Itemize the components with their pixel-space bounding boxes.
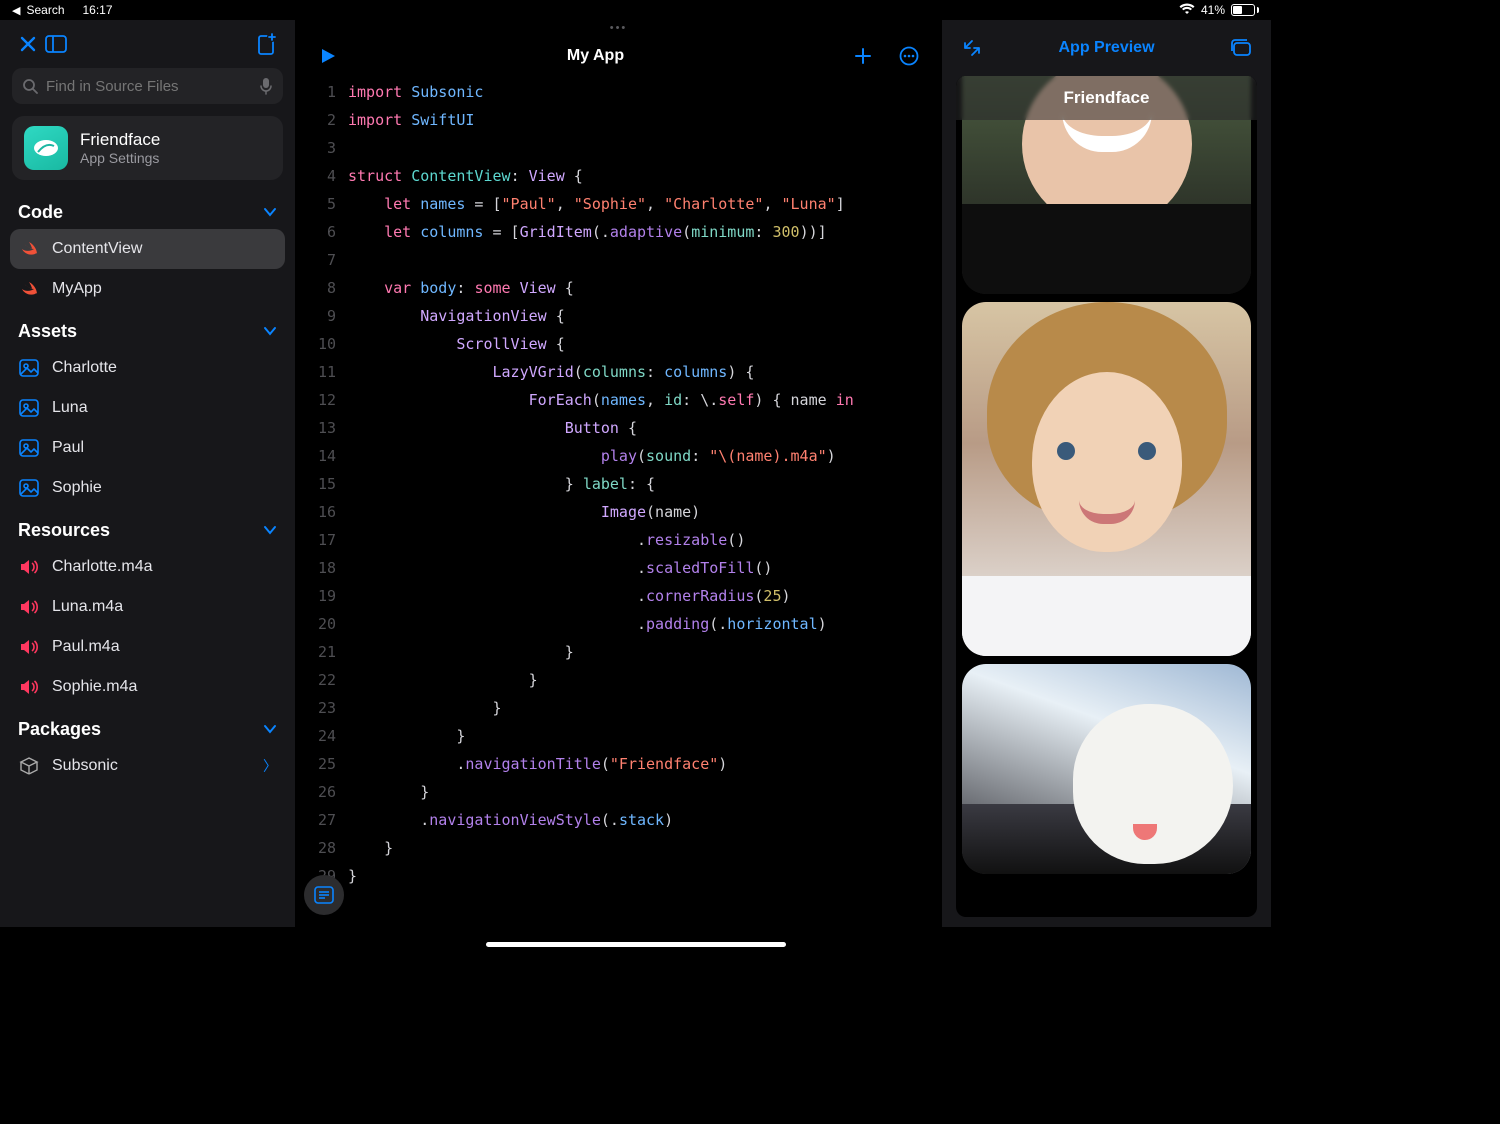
sidebar-item-contentview[interactable]: ContentView <box>10 229 285 269</box>
status-bar: ◀ Search 16:17 41% <box>0 0 1271 20</box>
preview-title: App Preview <box>986 39 1227 57</box>
grab-handle-icon[interactable]: ••• <box>296 20 941 36</box>
home-indicator[interactable] <box>0 927 1271 953</box>
add-button[interactable] <box>849 42 877 70</box>
status-back-label[interactable]: Search <box>26 3 64 17</box>
sidebar-item-label: Luna <box>52 399 88 417</box>
sidebar-item-label: Luna.m4a <box>52 598 123 616</box>
chevron-down-icon <box>263 204 277 221</box>
swift-icon <box>18 278 40 300</box>
sidebar-item-label: Paul.m4a <box>52 638 120 656</box>
document-outline-button[interactable] <box>304 875 344 915</box>
preview-panel: App Preview Friendface <box>941 20 1271 927</box>
chevron-down-icon <box>263 522 277 539</box>
expand-preview-icon[interactable] <box>958 34 986 62</box>
sidebar-item-label: Sophie <box>52 479 102 497</box>
close-icon[interactable] <box>14 30 42 58</box>
sidebar-item-luna[interactable]: Luna <box>0 388 295 428</box>
app-icon <box>24 126 68 170</box>
sidebar-item-charlotte[interactable]: Charlotte <box>0 348 295 388</box>
preview-photo[interactable] <box>962 664 1251 874</box>
status-time: 16:17 <box>83 3 113 17</box>
preview-nav-title: Friendface <box>956 76 1257 120</box>
sidebar-item-paul[interactable]: Paul <box>0 428 295 468</box>
chevron-right-icon: 〉 <box>263 756 277 776</box>
chevron-down-icon <box>263 323 277 340</box>
preview-canvas[interactable]: Friendface <box>956 76 1257 917</box>
section-title: Assets <box>18 321 77 342</box>
battery-icon <box>1231 4 1259 16</box>
speaker-icon <box>18 676 40 698</box>
section-header-resources[interactable]: Resources <box>0 508 295 547</box>
new-file-icon[interactable] <box>253 30 281 58</box>
sidebar: Friendface App Settings Code ContentView M… <box>0 20 296 927</box>
speaker-icon <box>18 596 40 618</box>
chevron-down-icon <box>263 721 277 738</box>
back-caret-icon[interactable]: ◀ <box>12 4 20 17</box>
microphone-icon[interactable] <box>259 77 273 95</box>
sidebar-item-subsonic[interactable]: Subsonic 〉 <box>0 746 295 786</box>
speaker-icon <box>18 636 40 658</box>
section-title: Code <box>18 202 63 223</box>
preview-windows-icon[interactable] <box>1227 34 1255 62</box>
section-header-code[interactable]: Code <box>0 190 295 229</box>
sidebar-item-myapp[interactable]: MyApp <box>0 269 295 309</box>
sidebar-item-charlotte-m4a[interactable]: Charlotte.m4a <box>0 547 295 587</box>
run-button[interactable] <box>314 42 342 70</box>
sidebar-item-label: Charlotte.m4a <box>52 558 153 576</box>
sidebar-toggle-icon[interactable] <box>42 30 70 58</box>
sidebar-item-label: Paul <box>52 439 84 457</box>
wifi-icon <box>1179 3 1195 18</box>
sidebar-item-luna-m4a[interactable]: Luna.m4a <box>0 587 295 627</box>
image-icon <box>18 477 40 499</box>
search-icon <box>22 78 38 94</box>
sidebar-item-label: MyApp <box>52 280 102 298</box>
sidebar-item-label: ContentView <box>52 240 142 258</box>
search-field[interactable] <box>12 68 283 104</box>
sidebar-item-label: Subsonic <box>52 757 118 775</box>
app-subtitle: App Settings <box>80 150 160 166</box>
image-icon <box>18 357 40 379</box>
sidebar-item-sophie-m4a[interactable]: Sophie.m4a <box>0 667 295 707</box>
sidebar-item-label: Charlotte <box>52 359 117 377</box>
image-icon <box>18 437 40 459</box>
sidebar-item-label: Sophie.m4a <box>52 678 137 696</box>
speaker-icon <box>18 556 40 578</box>
more-menu-button[interactable] <box>895 42 923 70</box>
section-title: Packages <box>18 719 101 740</box>
section-header-assets[interactable]: Assets <box>0 309 295 348</box>
line-gutter: 1234567891011121314151617181920212223242… <box>296 78 348 927</box>
code-content[interactable]: import Subsonicimport SwiftUIstruct Cont… <box>348 78 941 927</box>
editor-title: My App <box>342 47 849 65</box>
sidebar-item-paul-m4a[interactable]: Paul.m4a <box>0 627 295 667</box>
preview-photo[interactable] <box>962 302 1251 656</box>
sidebar-item-sophie[interactable]: Sophie <box>0 468 295 508</box>
code-area[interactable]: 1234567891011121314151617181920212223242… <box>296 76 941 927</box>
section-title: Resources <box>18 520 110 541</box>
search-input[interactable] <box>46 78 251 95</box>
app-name: Friendface <box>80 130 160 150</box>
editor: ••• My App 12345678910111213141516171819… <box>296 20 941 927</box>
image-icon <box>18 397 40 419</box>
battery-percent: 41% <box>1201 3 1225 17</box>
section-header-packages[interactable]: Packages <box>0 707 295 746</box>
package-icon <box>18 755 40 777</box>
app-settings-card[interactable]: Friendface App Settings <box>12 116 283 180</box>
swift-icon <box>18 238 40 260</box>
